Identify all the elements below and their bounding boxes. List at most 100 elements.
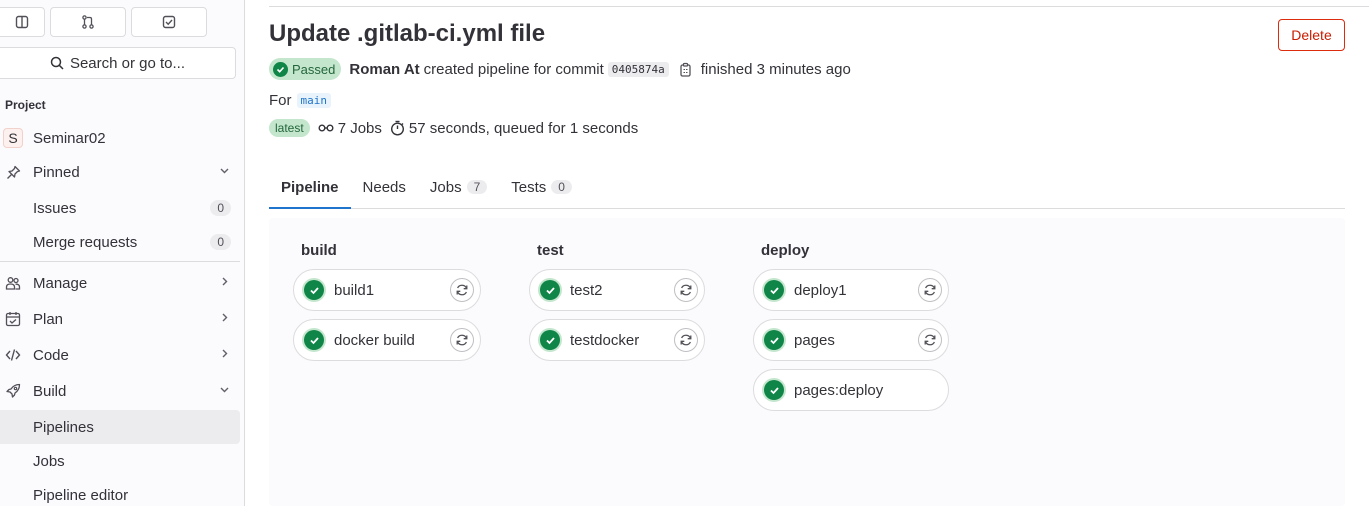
search-label: Search or go to... xyxy=(69,54,186,72)
check-circle-icon xyxy=(304,280,324,300)
sidebar-item-pipeline-editor[interactable]: Pipeline editor xyxy=(0,478,240,506)
sidebar-item-manage[interactable]: Manage xyxy=(0,266,240,300)
merge-requests-button[interactable] xyxy=(50,7,126,37)
job-pages-deploy[interactable]: pages:deploy xyxy=(753,369,949,411)
sidebar-item-pinned[interactable]: Pinned xyxy=(0,155,240,189)
job-name: testdocker xyxy=(570,331,640,349)
retry-icon[interactable] xyxy=(450,328,474,352)
issues-count-badge: 0 xyxy=(210,200,231,216)
retry-icon[interactable] xyxy=(450,278,474,302)
retry-icon[interactable] xyxy=(918,328,942,352)
pipeline-stats: latest 7 Jobs 57 seconds, queued for 1 s… xyxy=(269,119,646,137)
tab-label: Pipeline xyxy=(281,178,339,196)
planning-icon xyxy=(5,311,21,327)
sidebar-item-label: Manage xyxy=(33,274,88,292)
for-label: For xyxy=(269,92,292,109)
commit-sha-link[interactable]: 0405874a xyxy=(607,61,669,77)
merge-requests-count-badge: 0 xyxy=(210,234,231,250)
toggle-sidebar-button[interactable] xyxy=(0,7,45,37)
author-link[interactable]: Roman At xyxy=(349,61,419,78)
stage-title-deploy: deploy xyxy=(761,242,810,259)
tab-tests[interactable]: Tests 0 xyxy=(499,165,584,209)
sidebar-item-label: Jobs xyxy=(33,452,65,470)
job-build1[interactable]: build1 xyxy=(293,269,481,311)
job-name: test2 xyxy=(570,281,603,299)
retry-icon[interactable] xyxy=(674,328,698,352)
sidebar-item-issues[interactable]: Issues 0 xyxy=(0,191,240,225)
job-pages[interactable]: pages xyxy=(753,319,949,361)
tab-jobs[interactable]: Jobs 7 xyxy=(418,165,499,209)
tab-label: Tests xyxy=(511,178,547,196)
tab-label: Needs xyxy=(362,178,406,196)
job-docker-build[interactable]: docker build xyxy=(293,319,481,361)
chevron-down-icon xyxy=(219,165,230,179)
created-text: created pipeline for commit xyxy=(423,60,604,78)
pin-icon xyxy=(5,164,21,180)
header-divider xyxy=(269,6,1369,7)
sidebar-item-build[interactable]: Build xyxy=(0,374,240,408)
sidebar-item-label: Code xyxy=(33,346,69,364)
chevron-right-icon xyxy=(219,276,230,290)
duration-stat: 57 seconds, queued for 1 seconds xyxy=(390,120,638,137)
project-avatar: S xyxy=(3,128,23,148)
sidebar-section-label: Project xyxy=(5,98,46,112)
sidebar-project-link[interactable]: S Seminar02 xyxy=(0,121,240,155)
project-name: Seminar02 xyxy=(33,129,106,147)
duration-text: 57 seconds, queued for 1 seconds xyxy=(408,119,639,137)
jobs-stat: 7 Jobs xyxy=(318,120,382,137)
tab-needs[interactable]: Needs xyxy=(351,165,418,209)
check-circle-icon xyxy=(764,280,784,300)
pipeline-icon xyxy=(318,124,334,132)
sidebar-item-label: Pipeline editor xyxy=(33,486,129,504)
tab-count-badge: 0 xyxy=(551,180,572,194)
status-badge[interactable]: Passed xyxy=(269,58,342,80)
job-deploy1[interactable]: deploy1 xyxy=(753,269,949,311)
sidebar-top-buttons xyxy=(0,7,207,37)
latest-badge: latest xyxy=(269,119,310,137)
sidebar-item-pipelines[interactable]: Pipelines xyxy=(0,410,240,444)
retry-icon[interactable] xyxy=(918,278,942,302)
search-button[interactable]: Search or go to... xyxy=(0,47,236,79)
users-icon xyxy=(5,275,21,291)
job-name: pages:deploy xyxy=(794,381,884,399)
check-circle-icon xyxy=(540,280,560,300)
sidebar-item-code[interactable]: Code xyxy=(0,338,240,372)
todo-button[interactable] xyxy=(131,7,207,37)
rocket-icon xyxy=(5,383,21,399)
job-test2[interactable]: test2 xyxy=(529,269,705,311)
branch-ref-link[interactable]: main xyxy=(296,93,331,108)
page-title: Update .gitlab-ci.yml file xyxy=(269,20,546,47)
sidebar: Search or go to... Project S Seminar02 P… xyxy=(0,0,245,506)
sidebar-item-label: Build xyxy=(33,382,67,400)
code-icon xyxy=(5,347,21,363)
retry-icon[interactable] xyxy=(674,278,698,302)
sidebar-item-jobs[interactable]: Jobs xyxy=(0,444,240,478)
sidebar-item-label: Merge requests xyxy=(33,233,138,251)
search-icon xyxy=(50,56,64,70)
sidebar-item-plan[interactable]: Plan xyxy=(0,302,240,336)
check-circle-icon xyxy=(273,61,288,77)
tab-label: Jobs xyxy=(429,178,462,196)
delete-button[interactable]: Delete xyxy=(1278,19,1345,51)
jobs-count-text: 7 Jobs xyxy=(337,119,382,137)
chevron-down-icon xyxy=(219,384,230,398)
sidebar-item-merge-requests[interactable]: Merge requests 0 xyxy=(0,225,240,259)
pipeline-meta: Passed Roman At created pipeline for com… xyxy=(269,57,851,81)
finished-text: finished 3 minutes ago xyxy=(700,60,851,78)
timer-icon xyxy=(390,120,404,136)
check-circle-icon xyxy=(540,330,560,350)
job-name: docker build xyxy=(334,331,415,349)
sidebar-item-label: Pinned xyxy=(33,163,80,181)
todo-checkbox-icon xyxy=(162,15,176,29)
job-name: pages xyxy=(794,331,835,349)
sidebar-toggle-icon xyxy=(15,15,29,29)
job-testdocker[interactable]: testdocker xyxy=(529,319,705,361)
ref-line: For main xyxy=(269,92,331,109)
copy-icon[interactable] xyxy=(679,62,693,77)
tab-pipeline[interactable]: Pipeline xyxy=(269,165,351,209)
pipeline-tabs: Pipeline Needs Jobs 7 Tests 0 xyxy=(269,165,1345,209)
sidebar-divider xyxy=(0,261,240,262)
stage-title-build: build xyxy=(301,242,337,259)
sidebar-item-label: Plan xyxy=(33,310,64,328)
tab-count-badge: 7 xyxy=(466,180,488,194)
